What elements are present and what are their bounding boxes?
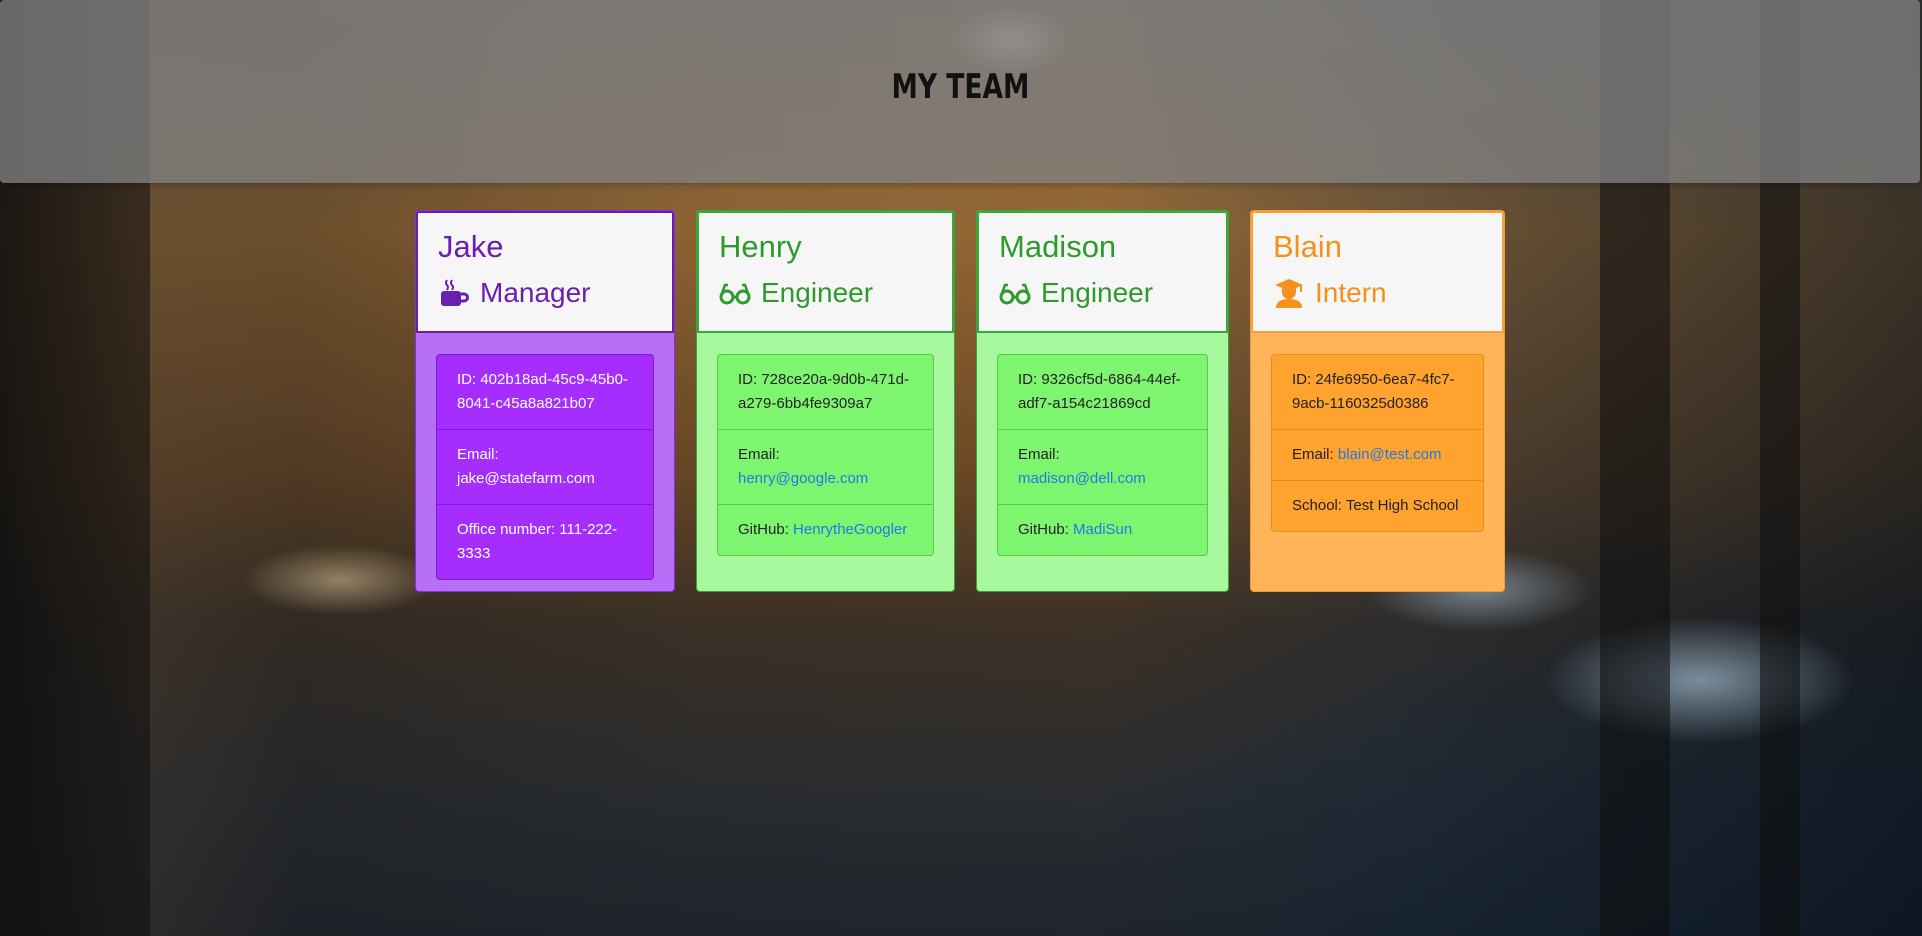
employee-id: ID: 402b18ad-45c9-45b0-8041-c45a8a821b07 [437, 355, 653, 430]
email-link[interactable]: henry@google.com [738, 470, 868, 487]
employee-details: ID: 24fe6950-6ea7-4fc7-9acb-1160325d0386… [1271, 354, 1484, 532]
coffee-icon [441, 279, 469, 306]
role-label: Engineer [1041, 277, 1154, 308]
graduate-icon [1275, 279, 1303, 308]
employee-name: Jake [438, 229, 504, 264]
employee-card-manager: Jake Manager ID: 402b18ad-45c9-45b0-8041… [415, 210, 675, 592]
employee-details: ID: 728ce20a-9d0b-471d-a279-6bb4fe9309a7… [717, 354, 934, 556]
github-label: GitHub: [738, 521, 789, 538]
role-label: Engineer [761, 277, 874, 308]
card-header: Jake Manager [416, 211, 674, 333]
employee-github: GitHub: HenrytheGoogler [718, 505, 933, 555]
employee-role: Manager [438, 271, 652, 315]
employee-role: Intern [1273, 271, 1482, 315]
role-label: Intern [1315, 277, 1387, 308]
email-link[interactable]: madison@dell.com [1018, 470, 1146, 487]
employee-name: Henry [719, 229, 802, 264]
email-label: Email: [738, 446, 780, 463]
employee-email: Email: madison@dell.com [998, 430, 1207, 505]
employee-role: Engineer [999, 271, 1206, 315]
github-label: GitHub: [1018, 521, 1069, 538]
employee-email: Email: jake@statefarm.com [437, 430, 653, 505]
employee-name: Blain [1273, 229, 1342, 264]
employee-details: ID: 9326cf5d-6864-44ef-adf7-a154c21869cd… [997, 354, 1208, 556]
card-header: Blain Intern [1251, 211, 1504, 333]
page-title: MY TEAM [891, 66, 1029, 107]
card-header: Henry Engineer [697, 211, 954, 333]
page-header: MY TEAM [0, 0, 1920, 183]
email-link[interactable]: blain@test.com [1338, 446, 1442, 463]
employee-details: ID: 402b18ad-45c9-45b0-8041-c45a8a821b07… [436, 354, 654, 580]
email-label: Email: [1018, 446, 1060, 463]
email-value: jake@statefarm.com [457, 470, 595, 487]
role-label: Manager [480, 277, 591, 308]
employee-school: School: Test High School [1292, 497, 1459, 514]
employee-role: Engineer [719, 271, 932, 315]
employee-id: ID: 24fe6950-6ea7-4fc7-9acb-1160325d0386 [1272, 355, 1483, 430]
github-link[interactable]: MadiSun [1073, 521, 1132, 538]
employee-card-engineer: Henry Engineer ID: 728ce20a-9d0b-471d-a2… [696, 210, 955, 592]
github-link[interactable]: HenrytheGoogler [793, 521, 907, 538]
employee-email: Email: henry@google.com [718, 430, 933, 505]
employee-id: ID: 728ce20a-9d0b-471d-a279-6bb4fe9309a7 [718, 355, 933, 430]
employee-card-intern: Blain Intern ID: 24fe6950-6ea7-4fc7-9acb… [1250, 210, 1505, 592]
glasses-icon [719, 283, 751, 305]
email-label: Email: [1292, 446, 1334, 463]
team-cards: Jake Manager ID: 402b18ad-45c9-45b0-8041… [415, 210, 1505, 592]
employee-card-engineer: Madison Engineer ID: 9326cf5d-6864-44ef-… [976, 210, 1229, 592]
employee-name: Madison [999, 229, 1117, 264]
employee-id: ID: 9326cf5d-6864-44ef-adf7-a154c21869cd [998, 355, 1207, 430]
email-label: Email: [457, 446, 499, 463]
employee-email: Email: blain@test.com [1272, 430, 1483, 481]
employee-github: GitHub: MadiSun [998, 505, 1207, 555]
glasses-icon [999, 283, 1031, 305]
card-header: Madison Engineer [977, 211, 1228, 333]
employee-office-number: Office number: 111-222-3333 [457, 521, 618, 562]
